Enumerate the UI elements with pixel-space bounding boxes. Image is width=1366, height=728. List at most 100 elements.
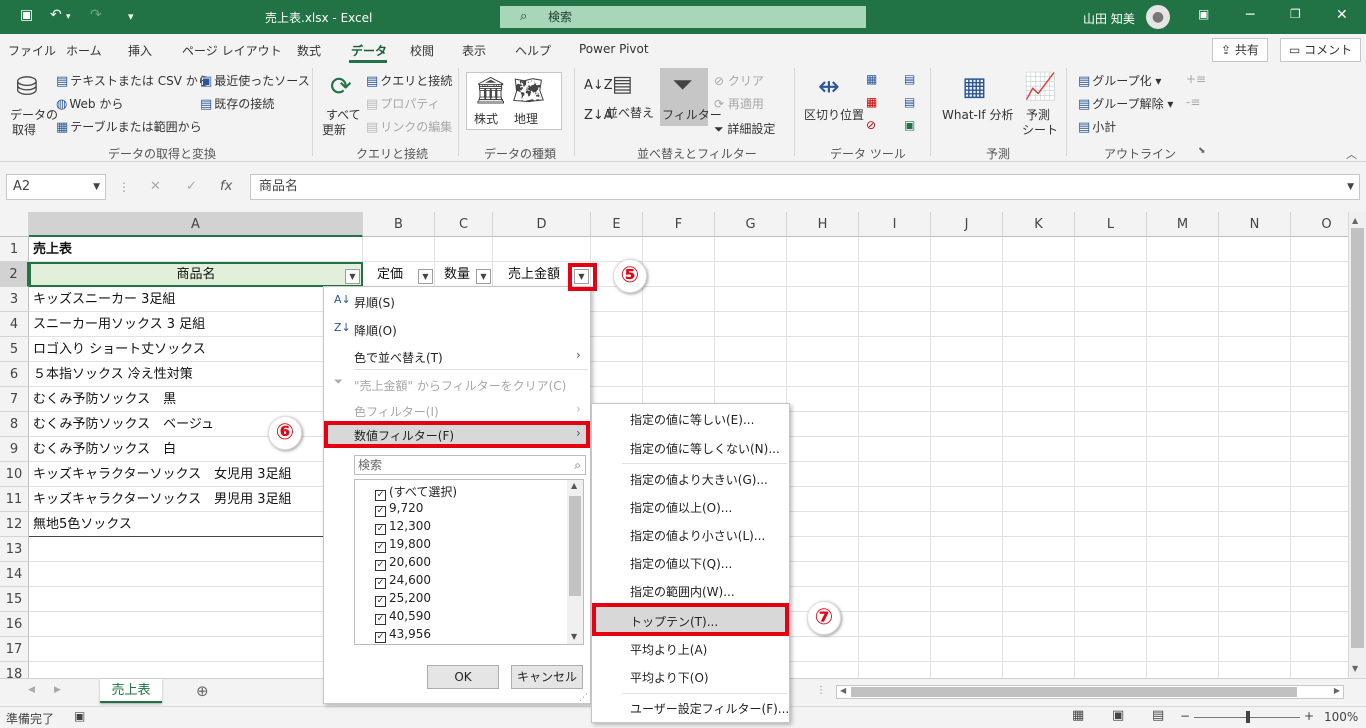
group-button[interactable]: ▤ グループ化 ▾ — [1078, 72, 1161, 89]
scroll-up-icon[interactable]: ▲ — [571, 481, 577, 490]
forecast-sheet-label2[interactable]: シート — [1022, 121, 1058, 138]
row-header-15[interactable]: 15 — [0, 587, 29, 612]
column-header-f[interactable]: F — [643, 212, 715, 237]
get-data-label2[interactable]: 取得 — [12, 121, 36, 138]
search-input[interactable]: ⌕ 検索 — [500, 6, 866, 28]
flash-fill-icon[interactable]: ▦ — [866, 72, 877, 86]
what-if-button[interactable]: What-If 分析 — [942, 106, 1013, 123]
comment-button[interactable]: ▭ コメント — [1280, 38, 1362, 62]
data-model-icon[interactable]: ▣ — [904, 118, 915, 132]
undo-dropdown-icon[interactable]: ▾ — [66, 12, 71, 22]
column-header-c[interactable]: C — [435, 212, 493, 237]
filter-dropdown-quantity[interactable]: ▼ — [476, 269, 491, 284]
filter-dropdown-product[interactable]: ▼ — [345, 269, 360, 284]
stocks-button[interactable]: 株式 — [474, 110, 498, 127]
checkbox-checked-icon[interactable]: ✓ — [375, 560, 386, 571]
sheet-title-cell[interactable]: 売上表 — [33, 237, 72, 262]
filter-value-list[interactable]: ✓ (すべて選択) ✓ 9,720 ✓ 12,300 ✓ 19,800 ✓ 20,600 ✓ 24,6… — [354, 479, 584, 645]
checkbox-checked-icon[interactable]: ✓ — [375, 490, 386, 501]
column-header-l[interactable]: L — [1075, 212, 1147, 237]
page-layout-view-icon[interactable]: ▣ — [1112, 708, 1124, 723]
column-header-m[interactable]: M — [1147, 212, 1219, 237]
zoom-out-icon[interactable]: − — [1180, 709, 1190, 723]
checkbox-checked-icon[interactable]: ✓ — [375, 524, 386, 535]
row-header-17[interactable]: 17 — [0, 637, 29, 662]
header-quantity[interactable]: 数量 — [435, 262, 479, 287]
column-header-j[interactable]: J — [931, 212, 1003, 237]
normal-view-icon[interactable]: ▦ — [1072, 708, 1084, 723]
restore-icon[interactable]: ❐ — [1290, 7, 1301, 21]
column-header-b[interactable]: B — [363, 212, 435, 237]
column-header-h[interactable]: H — [787, 212, 859, 237]
row-header-1[interactable]: 1 — [0, 237, 29, 262]
sort-descending-item[interactable]: 降順(O) — [354, 322, 397, 339]
filter-value-item[interactable]: ✓ 25,200 — [375, 591, 431, 607]
cancel-button[interactable]: キャンセル — [511, 665, 583, 689]
relationships-icon[interactable]: ▤ — [904, 95, 915, 109]
scroll-right-icon[interactable]: ▶ — [1334, 686, 1340, 695]
list-scroll-thumb[interactable] — [569, 496, 581, 596]
filter-value-item[interactable]: ✓ 12,300 — [375, 519, 431, 535]
scroll-down-icon[interactable]: ▼ — [1352, 664, 1358, 673]
remove-duplicates-icon[interactable]: ▦ — [866, 95, 877, 109]
from-web-button[interactable]: ◍ Web から — [56, 95, 123, 112]
row-header-16[interactable]: 16 — [0, 612, 29, 637]
filter-value-item[interactable]: ✓ 40,590 — [375, 609, 431, 625]
row-header-5[interactable]: 5 — [0, 337, 29, 362]
formula-input[interactable]: 商品名 ▼ — [250, 174, 1360, 200]
sort-button[interactable]: 並べ替え — [606, 104, 654, 121]
tab-split-icon[interactable]: ⋮ — [816, 685, 826, 696]
above-average-item[interactable]: 平均より上(A) — [630, 641, 707, 658]
column-header-d[interactable]: D — [493, 212, 591, 237]
header-sales[interactable]: 売上金額 — [493, 262, 575, 287]
user-name[interactable]: 山田 知美 — [1083, 10, 1135, 27]
scroll-up-icon[interactable]: ▲ — [1352, 216, 1358, 225]
between-item[interactable]: 指定の範囲内(W)... — [630, 583, 735, 600]
column-header-i[interactable]: I — [859, 212, 931, 237]
select-all-corner[interactable] — [0, 212, 29, 237]
existing-connections-button[interactable]: ▤ 既存の接続 — [200, 95, 274, 112]
tab-view[interactable]: 表示 — [462, 42, 486, 59]
page-break-view-icon[interactable]: ▤ — [1152, 708, 1164, 723]
filter-search-input[interactable]: 検索 ⌕ — [354, 455, 586, 475]
hscroll-thumb[interactable] — [851, 687, 1297, 697]
column-header-g[interactable]: G — [715, 212, 787, 237]
prev-sheet-icon[interactable]: ◀ — [28, 685, 35, 695]
row-header-14[interactable]: 14 — [0, 562, 29, 587]
resize-grip-icon[interactable]: ⋰ — [579, 693, 588, 703]
avatar[interactable]: ● — [1146, 5, 1170, 29]
geography-button[interactable]: 地理 — [514, 110, 538, 127]
queries-button[interactable]: ▤ クエリと接続 — [366, 72, 452, 89]
minimize-icon[interactable]: ─ — [1246, 7, 1254, 23]
below-average-item[interactable]: 平均より下(O) — [630, 669, 709, 686]
tab-insert[interactable]: 挿入 — [128, 42, 152, 59]
checkbox-checked-icon[interactable]: ✓ — [375, 542, 386, 553]
filter-value-item[interactable]: ✓ 24,600 — [375, 573, 431, 589]
customize-qat-icon[interactable]: ▾ — [128, 10, 134, 23]
checkbox-checked-icon[interactable]: ✓ — [375, 506, 386, 517]
column-header-a[interactable]: A — [29, 212, 363, 237]
tab-power-pivot[interactable]: Power Pivot — [579, 42, 649, 56]
filter-value-item[interactable]: ✓ 19,800 — [375, 537, 431, 553]
checkbox-checked-icon[interactable]: ✓ — [375, 614, 386, 625]
row-header-11[interactable]: 11 — [0, 487, 29, 512]
header-price[interactable]: 定価 — [363, 262, 417, 287]
row-header-3[interactable]: 3 — [0, 287, 29, 312]
row-header-7[interactable]: 7 — [0, 387, 29, 412]
ungroup-button[interactable]: ▤ グループ解除 ▾ — [1078, 95, 1173, 112]
zoom-in-icon[interactable]: + — [1304, 709, 1314, 723]
scroll-down-icon[interactable]: ▼ — [571, 632, 577, 641]
from-table-button[interactable]: ▦ テーブルまたは範囲から — [56, 118, 202, 135]
text-to-columns-button[interactable]: 区切り位置 — [804, 106, 864, 123]
row-header-13[interactable]: 13 — [0, 537, 29, 562]
sort-ascending-item[interactable]: 昇順(S) — [354, 294, 395, 311]
column-header-e[interactable]: E — [591, 212, 643, 237]
zoom-level[interactable]: 100% — [1324, 710, 1358, 724]
data-validation-icon[interactable]: ⊘ — [866, 118, 876, 132]
tab-formulas[interactable]: 数式 — [297, 42, 321, 59]
scroll-left-icon[interactable]: ◀ — [840, 686, 846, 695]
share-button[interactable]: ⇪ 共有 — [1212, 38, 1268, 62]
tab-page-layout[interactable]: ページ レイアウト — [182, 42, 282, 59]
close-icon[interactable]: ✕ — [1336, 7, 1348, 23]
tab-review[interactable]: 校閲 — [410, 42, 434, 59]
